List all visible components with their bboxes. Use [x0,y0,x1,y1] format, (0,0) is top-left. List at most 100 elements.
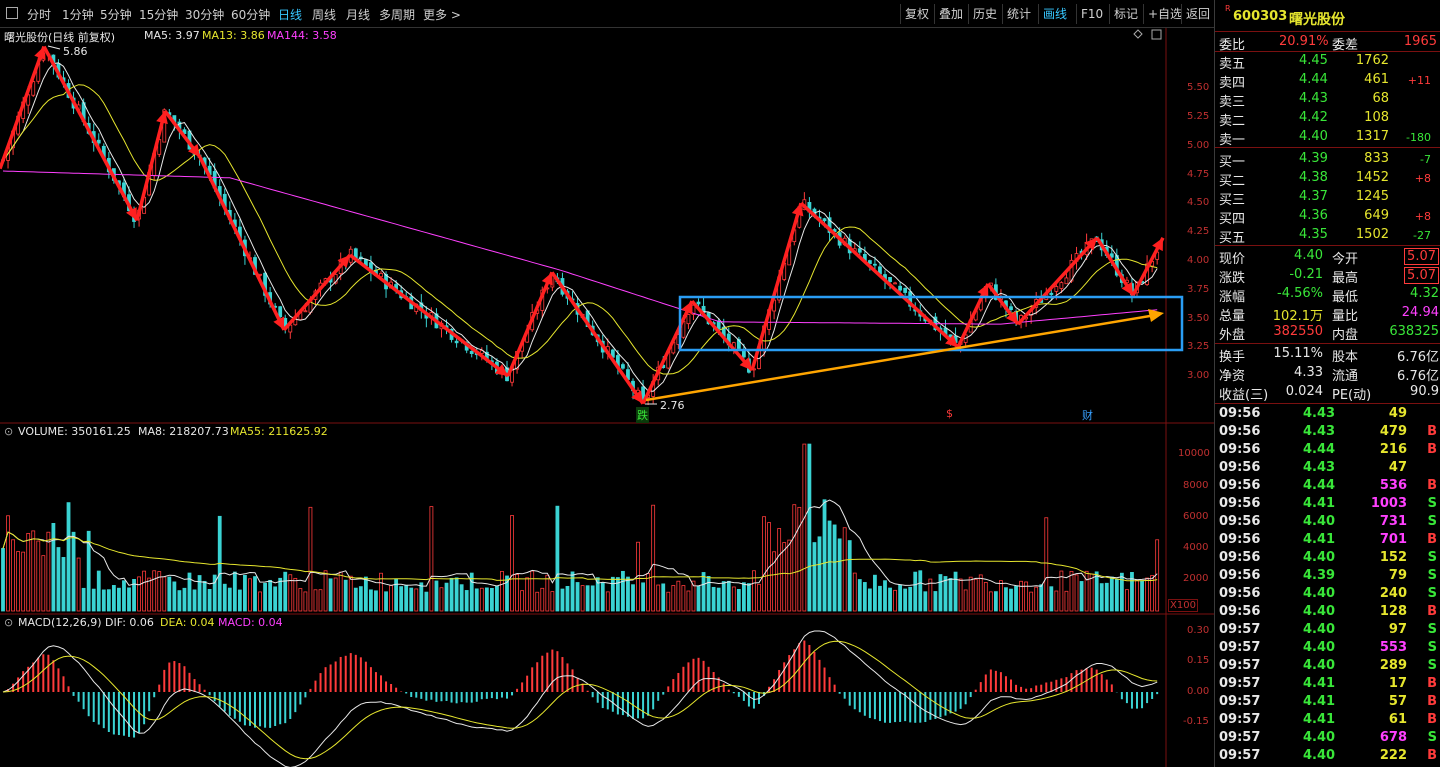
kline-chart-area[interactable] [0,28,1214,767]
volume-bar [172,581,177,612]
volume-bar [1074,574,1079,612]
volume-bar [369,589,373,612]
sell-level-row[interactable]: 卖三 4.43 68 [1215,90,1440,110]
volume-bar [1014,585,1018,612]
collapse-icon[interactable]: ⊙ [4,425,13,438]
y-tick: 5.25 [1187,111,1210,122]
period-tab[interactable]: 15分钟 [139,6,178,23]
dif-line [2,630,1158,767]
level-volume: 1502 [1355,227,1389,242]
volume-bar [948,578,953,612]
buy-level-row[interactable]: 买四 4.36 649 +8 [1215,207,1440,227]
zigzag-line [641,300,694,405]
stat-label: 流通 [1332,369,1359,384]
volume-bar [353,587,358,612]
stat-label: 最高 [1332,271,1359,286]
stat-value: 4.32 [1410,286,1439,301]
event-marker-dollar[interactable]: $ [946,407,953,420]
candle-body [278,306,283,318]
volume-bar [1089,573,1094,612]
event-marker-finance[interactable]: 财 [1082,407,1093,423]
tick-price: 4.40 [1303,586,1336,601]
sell-level-row[interactable]: 卖五 4.45 1762 [1215,52,1440,72]
level-price: 4.38 [1299,170,1328,185]
tick-time: 09:56 [1219,406,1261,421]
history-button[interactable]: 历史 [968,4,1001,24]
tick-volume: 553 [1379,640,1407,655]
zigzag-line [42,45,139,222]
period-tab[interactable]: 1分钟 [62,6,94,23]
zigzag-line [690,299,754,372]
level-price: 4.45 [1299,53,1328,68]
buy-level-row[interactable]: 买一 4.39 833 -7 [1215,150,1440,170]
tick-row: 09:56 4.43 49 [1215,405,1440,423]
macd-title: MACD(12,26,9) [18,616,102,629]
volume-bar [348,575,353,612]
volume-bar [232,571,237,612]
volume-bar [641,582,645,612]
back-button[interactable]: 返回 [1181,4,1214,24]
stats-button[interactable]: 统计 [1002,4,1035,24]
fuquan-button[interactable]: 复权 [900,4,933,24]
volume-bar [137,576,141,612]
ma13-label: MA13: 3.86 [202,29,265,42]
volume-bar [41,555,46,612]
period-tab[interactable]: 60分钟 [231,6,270,23]
tick-price: 4.39 [1303,568,1336,583]
volume-bar [777,528,782,612]
f10-button[interactable]: F10 [1076,4,1107,24]
tick-row: 09:56 4.44 216 B [1215,441,1440,459]
volume-bar [192,589,197,612]
tick-side: B [1427,442,1437,457]
volume-bar [429,506,434,612]
level-label: 卖四 [1219,76,1246,91]
volume-bar [933,591,938,612]
volume-bar [1049,586,1054,612]
volume-bar [530,570,535,612]
sell-level-row[interactable]: 卖一 4.40 1317 -180 [1215,128,1440,148]
volume-bar [182,587,187,612]
period-tab[interactable]: 30分钟 [185,6,224,23]
tick-volume: 240 [1379,586,1407,601]
volume-bar [757,583,761,612]
tick-row: 09:56 4.40 152 S [1215,549,1440,567]
more-menu[interactable]: 更多 > [423,6,461,23]
buy-level-row[interactable]: 买二 4.38 1452 +8 [1215,169,1440,189]
fundamental-row: 净资 4.33 流通 6.76亿 [1215,364,1440,384]
buy-level-row[interactable]: 买三 4.37 1245 [1215,188,1440,208]
ma5-label: MA5: 3.97 [144,29,200,42]
volume-bar [96,570,101,612]
tick-row: 09:56 4.41 1003 S [1215,495,1440,513]
level-volume: 1762 [1355,53,1389,68]
sell-level-row[interactable]: 卖二 4.42 108 [1215,109,1440,129]
y-tick: 3.00 [1187,370,1210,381]
stock-code: 600303 [1233,9,1288,24]
volume-bar [1140,580,1144,612]
volume-bar [484,587,489,612]
quote-panel: R 600303 曙光股份 委比 20.91% 委差 1965 卖五 4.45 17… [1214,0,1440,767]
period-tab[interactable]: 周线 [312,6,336,23]
tick-price: 4.41 [1303,694,1336,709]
tick-side: B [1427,604,1437,619]
tick-volume: 61 [1388,712,1407,727]
weibi-row: 委比 20.91% 委差 1965 [1215,33,1440,53]
event-marker-down[interactable]: 跌 [636,407,649,423]
sell-level-row[interactable]: 卖四 4.44 461 +11 [1215,71,1440,91]
volume-bar [993,591,998,612]
period-tab-active[interactable]: 日线 [278,6,302,23]
period-tab[interactable]: 5分钟 [100,6,132,23]
draw-line-button[interactable]: 画线 [1038,4,1071,24]
tick-side: S [1427,640,1437,655]
period-tab[interactable]: 月线 [346,6,370,23]
tick-price: 4.40 [1303,730,1336,745]
window-icon[interactable] [6,7,18,19]
period-tab[interactable]: 分时 [27,6,51,23]
add-watchlist-button[interactable]: +自选 [1143,4,1186,24]
buy-level-row[interactable]: 买五 4.35 1502 -27 [1215,226,1440,246]
tick-row: 09:56 4.41 701 B [1215,531,1440,549]
mark-button[interactable]: 标记 [1109,4,1142,24]
candlestick-series [1,48,1160,406]
period-tab[interactable]: 多周期 [379,6,415,23]
overlay-button[interactable]: 叠加 [934,4,967,24]
collapse-icon[interactable]: ⊙ [4,616,13,629]
